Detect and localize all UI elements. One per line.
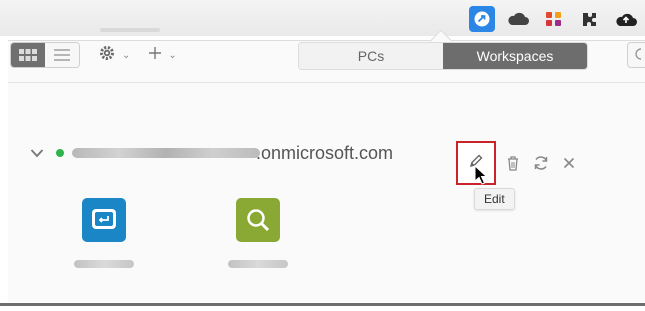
- list-view-icon[interactable]: [45, 43, 79, 67]
- workspace-actions: [456, 140, 580, 186]
- edit-button[interactable]: [456, 141, 496, 185]
- toolbar: ⌄ ⌄: [10, 42, 177, 68]
- workspace-header: .onmicrosoft.com: [30, 142, 393, 164]
- grid-view-icon[interactable]: [11, 43, 45, 67]
- menu-bar-divider: [100, 28, 160, 32]
- window-bottom-edge: [0, 303, 645, 306]
- edit-tooltip: Edit: [474, 188, 515, 210]
- divider: [8, 82, 645, 83]
- delete-icon[interactable]: [502, 152, 524, 174]
- tab-workspaces[interactable]: Workspaces: [443, 43, 587, 69]
- chevron-down-icon[interactable]: [30, 145, 46, 161]
- cloud-upload-icon[interactable]: [613, 6, 639, 32]
- settings-menu-button[interactable]: ⌄: [98, 43, 130, 67]
- remote-desktop-app-icon: [82, 198, 126, 242]
- tab-pcs[interactable]: PCs: [299, 43, 443, 69]
- chevron-down-icon: ⌄: [122, 49, 131, 61]
- view-tabs: PCs Workspaces: [298, 42, 588, 70]
- menu-bar: [0, 0, 645, 36]
- plus-icon: [148, 46, 162, 65]
- redacted-app-label: [74, 260, 134, 268]
- chevron-down-icon: ⌄: [168, 49, 177, 61]
- close-icon[interactable]: [558, 152, 580, 174]
- workspace-domain: .onmicrosoft.com: [256, 142, 394, 163]
- view-toggle: [10, 42, 80, 68]
- remote-desktop-icon[interactable]: [469, 6, 495, 32]
- puzzle-icon[interactable]: [577, 6, 603, 32]
- status-dot: [56, 149, 64, 157]
- redacted-account-name: [72, 148, 260, 158]
- workspace-apps: [56, 198, 306, 268]
- search-icon: [632, 47, 642, 64]
- add-menu-button[interactable]: ⌄: [148, 43, 177, 67]
- search-button-partial[interactable]: [627, 42, 645, 68]
- gear-icon: [98, 44, 116, 67]
- refresh-icon[interactable]: [530, 152, 552, 174]
- menu-bar-icons: [469, 4, 639, 34]
- cursor-arrow-icon: [474, 164, 488, 190]
- app-item[interactable]: [56, 198, 152, 268]
- redacted-app-label: [228, 260, 288, 268]
- cloud-icon[interactable]: [505, 6, 531, 32]
- puzzle-app-icon[interactable]: [541, 6, 567, 32]
- app-item[interactable]: [210, 198, 306, 268]
- magnifier-app-icon: [236, 198, 280, 242]
